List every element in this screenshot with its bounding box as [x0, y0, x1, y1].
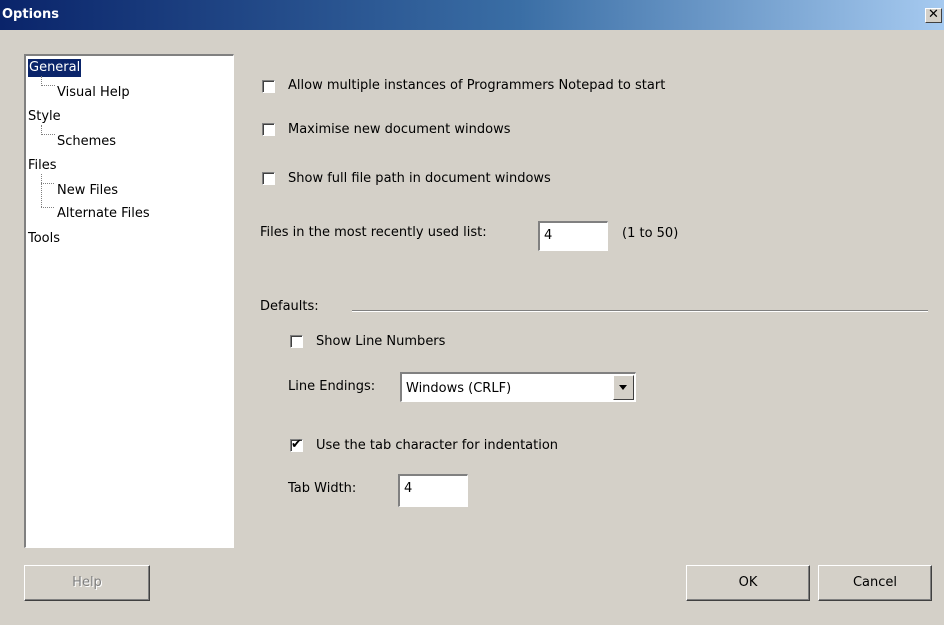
tree-item-general[interactable]: General [28, 59, 82, 77]
mru-label: Files in the most recently used list: [260, 225, 487, 240]
show-line-numbers-label: Show Line Numbers [316, 334, 446, 349]
tree-connector [41, 206, 54, 208]
window-title: Options [2, 7, 59, 22]
tree-connector [41, 76, 55, 86]
checkmark-icon: ✔ [291, 437, 302, 452]
tree-item-schemes[interactable]: Schemes [57, 133, 116, 151]
dropdown-button[interactable] [613, 375, 634, 400]
defaults-heading: Defaults: [260, 299, 319, 314]
line-endings-label: Line Endings: [288, 379, 376, 394]
defaults-separator [352, 310, 928, 312]
tree-item-alternate-files[interactable]: Alternate Files [57, 205, 150, 223]
tree-connector [41, 174, 54, 184]
tree-item-style[interactable]: Style [28, 108, 61, 126]
use-tabs-label: Use the tab character for indentation [316, 438, 559, 453]
tab-width-input[interactable]: 4 [398, 474, 468, 507]
close-icon[interactable]: ✕ [925, 8, 942, 23]
category-tree[interactable]: General Visual Help Style Schemes Files … [24, 54, 234, 548]
ok-button[interactable]: OK [686, 565, 810, 601]
line-endings-value: Windows (CRLF) [406, 381, 512, 396]
maximise-checkbox[interactable] [262, 123, 275, 136]
line-endings-select[interactable]: Windows (CRLF) [400, 372, 636, 402]
show-line-numbers-checkbox[interactable] [290, 335, 303, 348]
full-path-checkbox[interactable] [262, 172, 275, 185]
full-path-label: Show full file path in document windows [288, 171, 551, 186]
maximise-label: Maximise new document windows [288, 122, 511, 137]
tree-item-files[interactable]: Files [28, 157, 57, 175]
mru-count-input[interactable]: 4 [538, 221, 608, 251]
tab-width-label: Tab Width: [288, 481, 357, 496]
tree-item-new-files[interactable]: New Files [57, 182, 118, 200]
tree-item-tools[interactable]: Tools [28, 230, 60, 248]
allow-multiple-label: Allow multiple instances of Programmers … [288, 78, 666, 93]
allow-multiple-checkbox[interactable] [262, 80, 275, 93]
tree-item-visual-help[interactable]: Visual Help [57, 84, 130, 102]
help-button[interactable]: Help [24, 565, 150, 601]
cancel-button[interactable]: Cancel [818, 565, 932, 601]
tree-connector [41, 125, 55, 135]
use-tabs-checkbox[interactable]: ✔ [290, 437, 303, 452]
chevron-down-icon [619, 385, 627, 390]
mru-range-label: (1 to 50) [622, 226, 679, 241]
title-bar: Options ✕ [0, 0, 944, 30]
